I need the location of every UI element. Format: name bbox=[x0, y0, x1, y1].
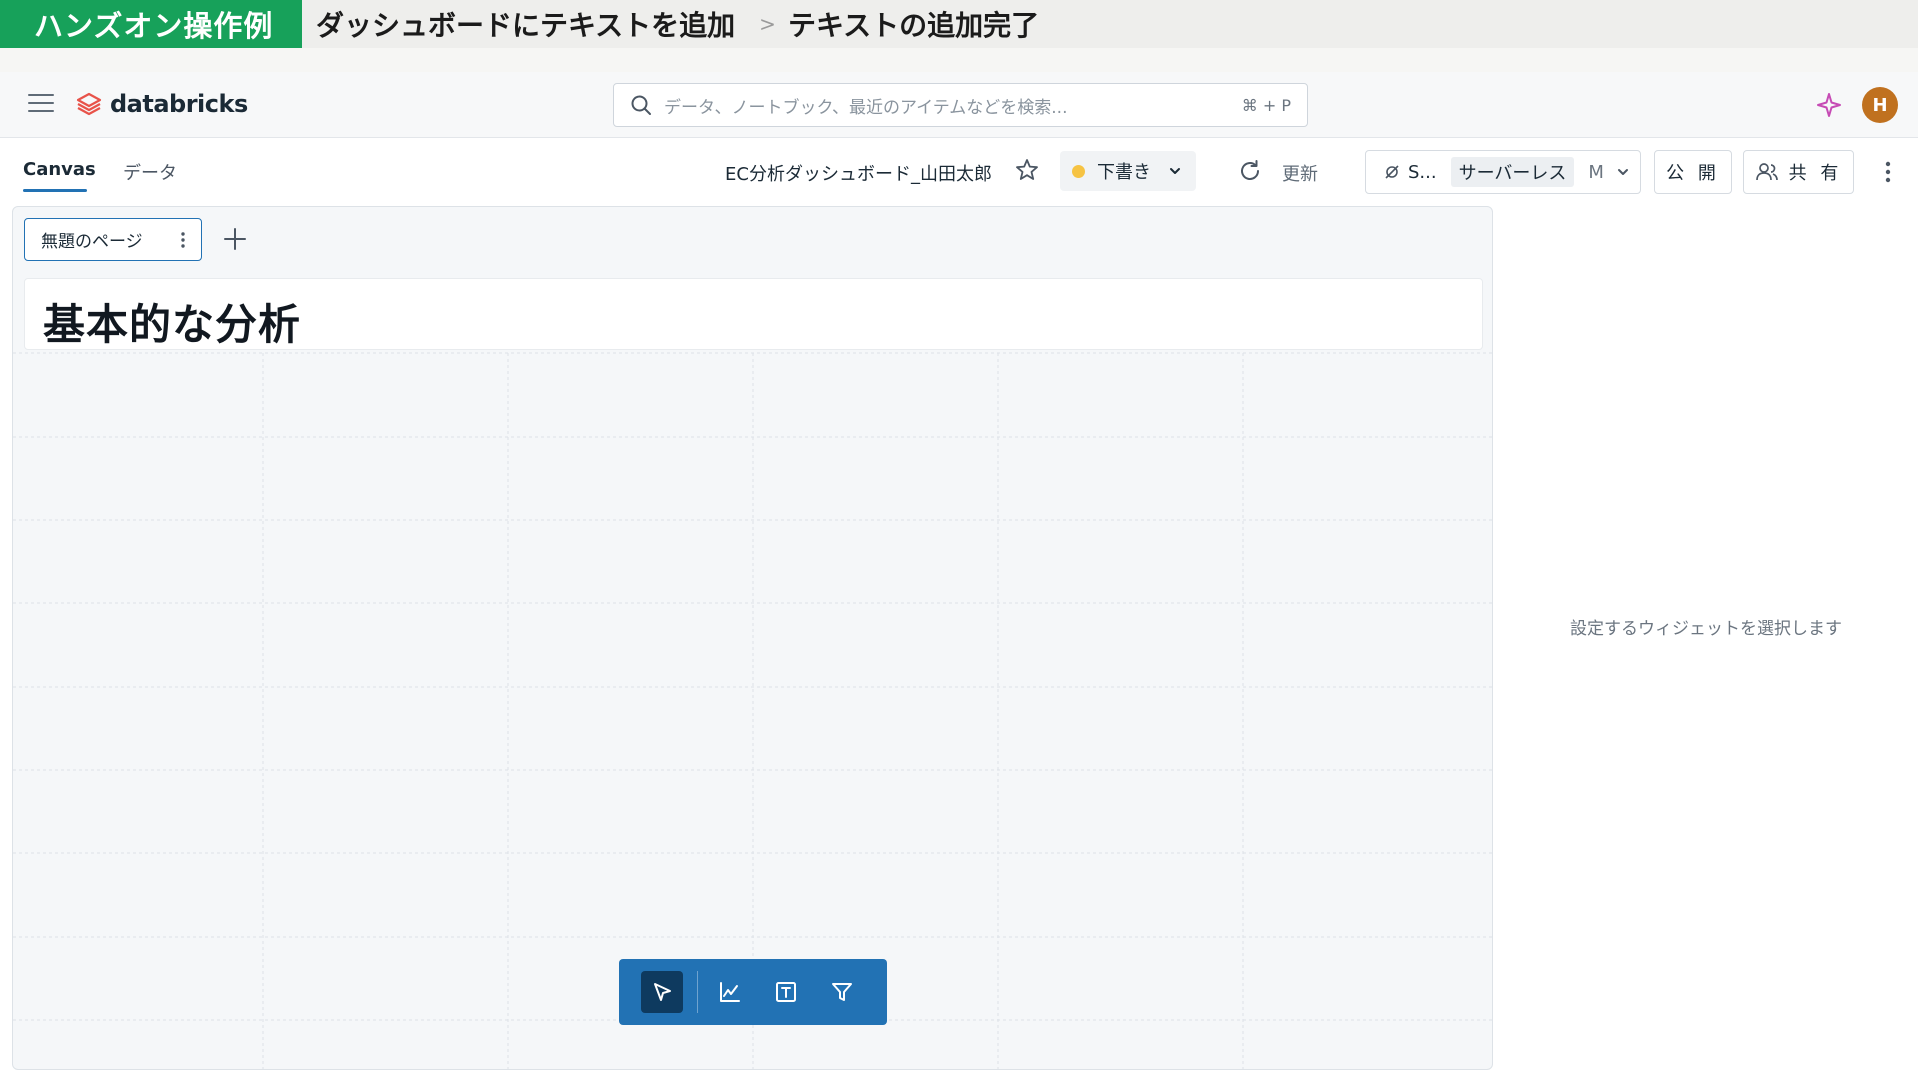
select-tool-button[interactable] bbox=[641, 971, 683, 1013]
status-dropdown[interactable]: 下書き bbox=[1060, 151, 1196, 191]
chart-icon bbox=[720, 982, 740, 1002]
compute-size: M bbox=[1588, 161, 1604, 183]
page-tab[interactable]: 無題のページ bbox=[24, 218, 202, 261]
dashboard-title[interactable]: EC分析ダッシュボード_山田太郎 bbox=[725, 160, 992, 186]
config-panel-hint: 設定するウィジェットを選択します bbox=[1570, 619, 1842, 639]
dashboard-canvas[interactable]: 無題のページ 基本的な分析 bbox=[12, 206, 1493, 1070]
active-tab-indicator bbox=[23, 189, 87, 192]
compute-selector[interactable]: S... サーバーレス M bbox=[1365, 150, 1641, 194]
widget-toolbar bbox=[619, 959, 887, 1025]
slide-banner: ハンズオン操作例 ダッシュボードにテキストを追加 > テキストの追加完了 bbox=[0, 0, 1918, 48]
tab-canvas[interactable]: Canvas bbox=[23, 159, 96, 180]
add-text-button[interactable] bbox=[765, 971, 807, 1013]
share-button[interactable]: 共 有 bbox=[1743, 150, 1854, 194]
page-options-icon[interactable] bbox=[179, 230, 187, 250]
banner-strip bbox=[0, 48, 1918, 72]
users-icon bbox=[1755, 163, 1778, 181]
publish-button[interactable]: 公 開 bbox=[1654, 150, 1732, 194]
select-icon bbox=[654, 983, 671, 1001]
assistant-sparkle-icon[interactable] bbox=[1816, 92, 1842, 118]
top-navigation: databricks データ、ノートブック、最近のアイテムなどを検索... ⌘ … bbox=[0, 72, 1918, 138]
menu-icon[interactable] bbox=[28, 94, 54, 116]
avatar[interactable]: H bbox=[1862, 87, 1898, 123]
brand-name: databricks bbox=[110, 90, 248, 118]
toolbar-divider bbox=[697, 971, 698, 1013]
search-shortcut: ⌘ + P bbox=[1241, 95, 1291, 115]
compute-name: S... bbox=[1408, 161, 1437, 183]
text-icon bbox=[776, 982, 796, 1002]
compute-type-badge: サーバーレス bbox=[1450, 157, 1575, 187]
share-label: 共 有 bbox=[1788, 163, 1843, 184]
banner-title: ダッシュボードにテキストを追加 bbox=[316, 9, 736, 42]
unlink-icon bbox=[1385, 165, 1399, 179]
dashboard-toolbar: Canvas データ EC分析ダッシュボード_山田太郎 下書き 更新 S... … bbox=[0, 139, 1918, 205]
search-placeholder: データ、ノートブック、最近のアイテムなどを検索... bbox=[664, 97, 1068, 118]
banner-subtitle: テキストの追加完了 bbox=[787, 9, 1040, 42]
status-label: 下書き bbox=[1097, 162, 1151, 183]
text-widget[interactable]: 基本的な分析 bbox=[24, 278, 1483, 350]
brand[interactable]: databricks bbox=[76, 90, 248, 118]
search-icon bbox=[631, 95, 651, 115]
search-input[interactable]: データ、ノートブック、最近のアイテムなどを検索... ⌘ + P bbox=[613, 83, 1308, 127]
chevron-down-icon bbox=[1617, 169, 1628, 175]
filter-icon bbox=[832, 983, 852, 1001]
more-options-icon[interactable] bbox=[1878, 159, 1898, 185]
chevron-down-icon bbox=[1170, 168, 1180, 174]
databricks-logo-icon bbox=[76, 92, 102, 116]
status-dot bbox=[1072, 164, 1085, 178]
add-filter-button[interactable] bbox=[821, 971, 863, 1013]
tab-data[interactable]: データ bbox=[123, 159, 177, 185]
add-visualization-button[interactable] bbox=[709, 971, 751, 1013]
refresh-button[interactable]: 更新 bbox=[1282, 160, 1318, 186]
banner-separator: > bbox=[759, 12, 776, 36]
banner-tag: ハンズオン操作例 bbox=[0, 0, 302, 48]
page-tab-label: 無題のページ bbox=[41, 232, 143, 252]
star-icon[interactable] bbox=[1014, 157, 1040, 183]
refresh-icon[interactable] bbox=[1237, 158, 1263, 184]
text-widget-heading: 基本的な分析 bbox=[43, 300, 302, 349]
add-page-icon[interactable] bbox=[221, 225, 249, 253]
